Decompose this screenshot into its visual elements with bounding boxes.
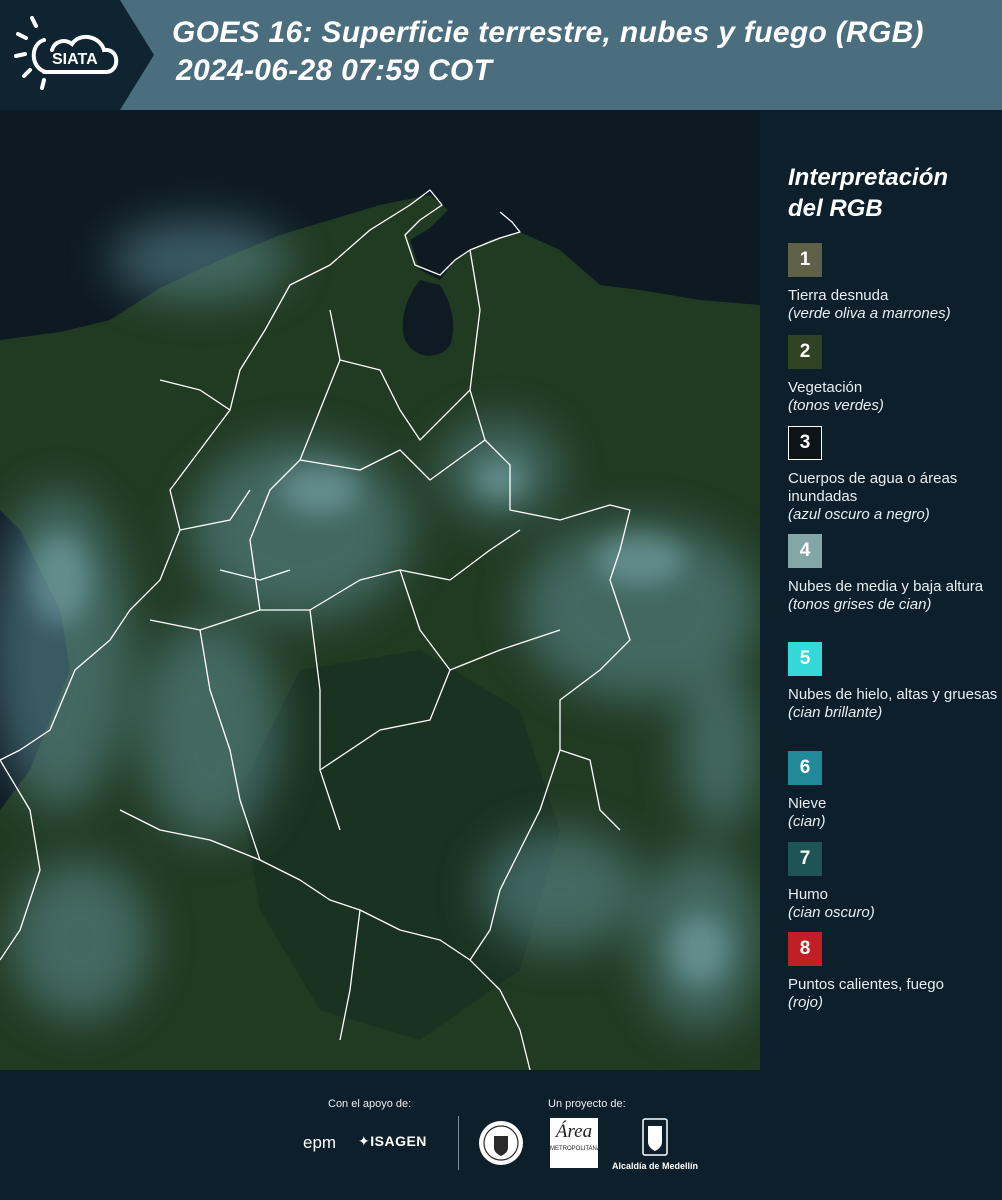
timestamp: 2024-06-28 07:59 COT xyxy=(176,54,493,87)
alcaldia-logo-text: Alcaldía de Medellín xyxy=(612,1161,699,1171)
university-seal-icon xyxy=(479,1121,523,1165)
divider xyxy=(458,1116,459,1170)
legend-label: Cuerpos de agua o áreas inundadas xyxy=(788,470,958,505)
legend-swatch: 5 xyxy=(788,642,822,676)
legend-item: 4 Nubes de media y baja altura (tonos gr… xyxy=(788,534,1000,614)
legend: Interpretación del RGB 1 Tierra desnuda … xyxy=(760,110,1002,1070)
legend-item: 3 Cuerpos de agua o áreas inundadas (azu… xyxy=(788,426,1000,524)
legend-note: (tonos grises de cian) xyxy=(788,596,932,613)
epm-logo: epm xyxy=(303,1133,337,1152)
page-title: GOES 16: Superficie terrestre, nubes y f… xyxy=(172,16,924,49)
logo-text: SIATA xyxy=(52,51,98,68)
medellin-shield-icon xyxy=(642,1118,668,1156)
legend-swatch: 3 xyxy=(788,426,822,460)
legend-note: (cian oscuro) xyxy=(788,904,875,921)
legend-title-line2: del RGB xyxy=(788,195,883,222)
legend-item: 1 Tierra desnuda (verde oliva a marrones… xyxy=(788,243,1000,323)
area-metropolitana-logo: Área METROPOLITANA xyxy=(550,1118,601,1168)
legend-note: (azul oscuro a negro) xyxy=(788,506,930,523)
legend-swatch: 7 xyxy=(788,842,822,876)
legend-title-line1: Interpretación xyxy=(788,164,949,191)
legend-swatch: 1 xyxy=(788,243,822,277)
legend-note: (verde oliva a marrones) xyxy=(788,305,951,322)
legend-item: 2 Vegetación (tonos verdes) xyxy=(788,335,1000,415)
legend-label: Tierra desnuda xyxy=(788,287,889,304)
legend-swatch: 4 xyxy=(788,534,822,568)
legend-swatch: 6 xyxy=(788,751,822,785)
legend-item: 5 Nubes de hielo, altas y gruesas (cian … xyxy=(788,642,1000,722)
legend-label: Nubes de media y baja altura xyxy=(788,578,984,595)
legend-label: Nieve xyxy=(788,795,827,812)
area-logo-text: METROPOLITANA xyxy=(550,1146,601,1152)
project-caption: Un proyecto de: xyxy=(548,1098,626,1110)
legend-swatch: 2 xyxy=(788,335,822,369)
legend-item: 8 Puntos calientes, fuego (rojo) xyxy=(788,932,1000,1012)
legend-label: Puntos calientes, fuego xyxy=(788,976,944,993)
legend-swatch: 8 xyxy=(788,932,822,966)
legend-item: 6 Nieve (cian) xyxy=(788,751,1000,831)
footer: Con el apoyo de: Un proyecto de: epm ✦IS… xyxy=(0,1070,1002,1200)
legend-note: (cian) xyxy=(788,813,826,830)
isagen-text: ISAGEN xyxy=(370,1133,427,1149)
legend-note: (rojo) xyxy=(788,994,824,1011)
legend-label: Vegetación xyxy=(788,379,863,396)
isagen-logo: ✦ISAGEN xyxy=(358,1133,427,1150)
legend-item: 7 Humo (cian oscuro) xyxy=(788,842,1000,922)
legend-title: Interpretación del RGB xyxy=(788,162,998,224)
legend-note: (tonos verdes) xyxy=(788,397,884,414)
satellite-map[interactable] xyxy=(0,110,760,1070)
siata-logo: SIATA xyxy=(14,16,119,90)
isagen-mark-icon: ✦ xyxy=(358,1133,371,1149)
legend-note: (cian brillante) xyxy=(788,704,883,721)
legend-label: Nubes de hielo, altas y gruesas xyxy=(788,686,998,703)
legend-label: Humo xyxy=(788,886,829,903)
support-caption: Con el apoyo de: xyxy=(328,1098,412,1110)
area-logo-mark-icon: Área xyxy=(555,1121,593,1142)
header: SIATA GOES 16: Superficie terrestre, nub… xyxy=(0,0,1002,110)
